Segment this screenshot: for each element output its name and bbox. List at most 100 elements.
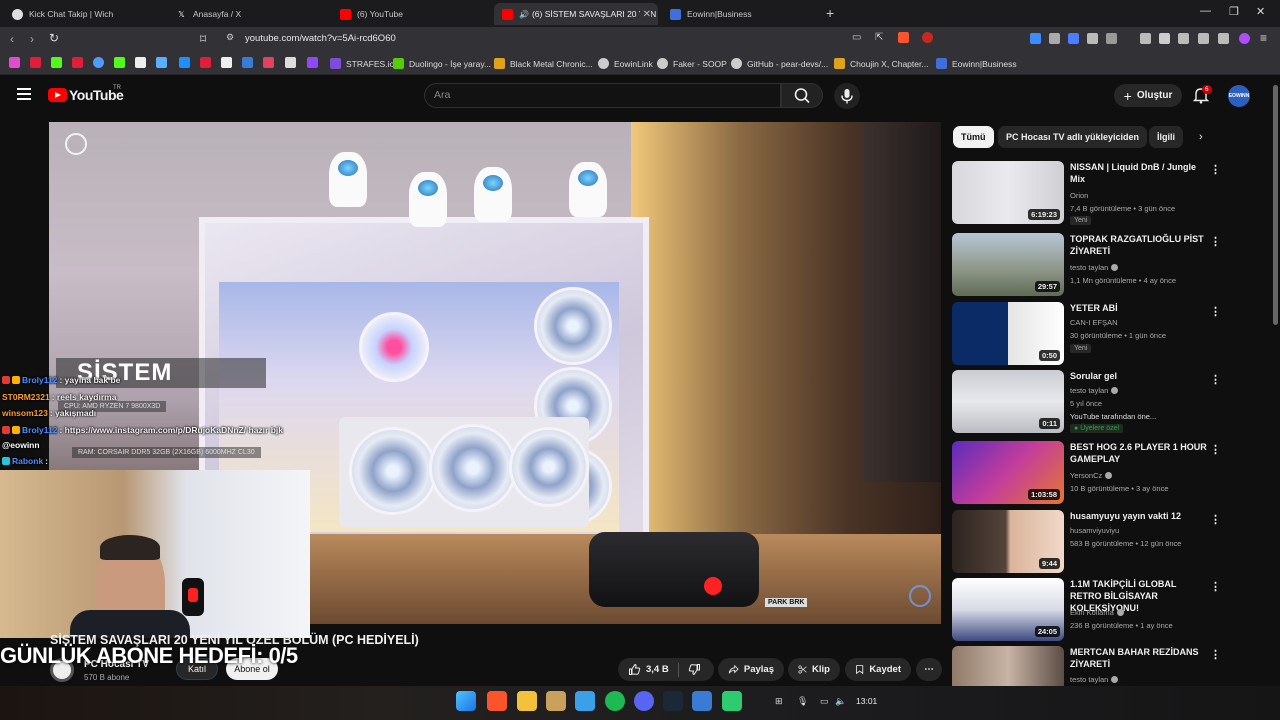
video-title[interactable]: MERTCAN BAHAR REZİDANS ZİYARETİ (1070, 646, 1210, 670)
video-title[interactable]: Sorular gel (1070, 370, 1210, 382)
video-title[interactable]: TOPRAK RAZGATLIOĞLU PİST ZİYARETİ (1070, 233, 1210, 257)
recommended-video[interactable]: 0:11 Sorular gel testo taylan 5 yıl önce… (952, 370, 1252, 433)
tab-youtube[interactable]: (6) YouTube (332, 3, 492, 25)
video-thumbnail[interactable]: 29:57 (952, 233, 1064, 296)
chip-related[interactable]: İlgili (1149, 126, 1183, 148)
bookmark-kick-icon[interactable] (51, 57, 62, 68)
extension-icon[interactable] (1049, 33, 1060, 44)
bookmark-icon[interactable] (285, 57, 296, 68)
bookmark-eowinlink[interactable]: EowinLink (598, 58, 653, 69)
recommended-video[interactable]: 6:19:23 NISSAN | Liquid DnB / Jungle Mix… (952, 161, 1252, 225)
photos-icon[interactable] (575, 691, 595, 711)
video-thumbnail[interactable] (952, 646, 1064, 686)
account-avatar[interactable]: EOWINN (1228, 85, 1250, 107)
bookmark-black-metal[interactable]: Black Metal Chronic... (494, 58, 593, 69)
search-button[interactable] (781, 83, 823, 108)
profile-icon[interactable] (1239, 33, 1250, 44)
vpn-icon[interactable] (1218, 33, 1229, 44)
video-thumbnail[interactable]: 24:05 (952, 578, 1064, 641)
more-vertical-icon[interactable]: ⋮ (1210, 513, 1221, 526)
spotify-icon[interactable] (605, 691, 625, 711)
video-title[interactable]: NISSAN | Liquid DnB / Jungle Mix (1070, 161, 1210, 185)
bookmark-strafes[interactable]: STRAFES.io (330, 58, 394, 69)
video-channel[interactable]: CAN-I EFŞAN (1070, 318, 1118, 327)
bookmark-x-icon[interactable] (221, 57, 232, 68)
recommended-video[interactable]: MERTCAN BAHAR REZİDANS ZİYARETİ testo ta… (952, 646, 1252, 686)
video-channel[interactable]: testo taylan (1070, 263, 1119, 272)
video-channel[interactable]: testo taylan (1070, 386, 1119, 395)
minimize-icon[interactable]: — (1200, 5, 1211, 17)
youtube-logo-icon[interactable] (48, 88, 67, 102)
bookmark-eowinn-business[interactable]: Eowinn|Business (936, 58, 1017, 69)
leo-icon[interactable] (1198, 33, 1209, 44)
recommended-video[interactable]: 9:44 husamyuyu yayın vakti 12 husamviyuv… (952, 510, 1252, 573)
back-icon[interactable]: ‹ (10, 32, 14, 46)
recommended-video[interactable]: 29:57 TOPRAK RAZGATLIOĞLU PİST ZİYARETİ … (952, 233, 1252, 296)
chevron-right-icon[interactable]: › (1199, 131, 1203, 143)
taskbar-clock[interactable]: 13:01 (856, 696, 877, 706)
app-icon[interactable] (692, 691, 712, 711)
more-vertical-icon[interactable]: ⋮ (1210, 648, 1221, 661)
video-thumbnail[interactable]: 9:44 (952, 510, 1064, 573)
bookmark-youtube-icon[interactable] (30, 57, 41, 68)
bookmark-instagram-icon[interactable] (263, 57, 274, 68)
page-scrollbar[interactable] (1273, 85, 1278, 325)
guide-menu-icon[interactable] (17, 88, 31, 100)
close-window-icon[interactable]: ✕ (1256, 5, 1265, 18)
extensions-puzzle-icon[interactable] (1087, 33, 1098, 44)
video-thumbnail[interactable]: 6:19:23 (952, 161, 1064, 224)
brave-shields-icon[interactable] (898, 32, 909, 43)
bookmark-icon[interactable] (156, 57, 167, 68)
microphone-tray-icon[interactable]: 🎙 (797, 696, 808, 707)
bookmark-icon[interactable] (242, 57, 253, 68)
share-page-icon[interactable]: ⇱ (875, 32, 883, 43)
bookmark-github[interactable]: GitHub - pear-devs/... (731, 58, 828, 69)
file-explorer-icon[interactable] (517, 691, 537, 711)
steam-icon[interactable] (663, 691, 683, 711)
brave-rewards-icon[interactable] (922, 32, 933, 43)
create-button[interactable]: + Oluştur (1114, 84, 1182, 107)
share-button[interactable]: Paylaş (718, 658, 784, 681)
audio-playing-icon[interactable]: 🔊 (519, 10, 529, 19)
more-vertical-icon[interactable]: ⋮ (1210, 305, 1221, 318)
clip-button[interactable]: Klip (788, 658, 840, 681)
video-channel[interactable]: Orion (1070, 191, 1088, 200)
reload-icon[interactable]: ↻ (49, 31, 59, 45)
video-channel[interactable]: Ekin Kollama (1070, 608, 1124, 617)
volume-icon[interactable]: 🔈 (835, 696, 846, 707)
bookmark-tiktok-icon[interactable] (135, 57, 146, 68)
app-icon[interactable] (722, 691, 742, 711)
bookmark-choujin[interactable]: Choujin X, Chapter... (834, 58, 928, 69)
chip-from-uploader[interactable]: PC Hocası TV adlı yükleyiciden (998, 126, 1148, 148)
bookmark-youtube-icon[interactable] (200, 57, 211, 68)
network-icon[interactable]: ▭ (820, 696, 829, 707)
more-vertical-icon[interactable]: ⋮ (1210, 443, 1221, 456)
bookmark-icon[interactable] (179, 57, 190, 68)
bookmark-icon[interactable] (93, 57, 104, 68)
thumbs-down-icon[interactable] (688, 663, 701, 676)
wallet-icon[interactable] (1178, 33, 1189, 44)
tab-eowinn-business[interactable]: Eowinn|Business (662, 3, 822, 25)
app-icon[interactable] (546, 691, 566, 711)
bookmark-duolingo[interactable]: Duolingo - İşe yaray... (393, 58, 491, 69)
new-tab-button[interactable]: + (826, 5, 834, 21)
bookmark-icon[interactable] (9, 57, 20, 68)
tray-icons[interactable]: ⊞ (775, 696, 783, 707)
search-input[interactable] (424, 83, 781, 108)
extension-icon[interactable] (1068, 33, 1079, 44)
video-thumbnail[interactable]: 1:03:58 (952, 441, 1064, 504)
video-thumbnail[interactable]: 0:11 (952, 370, 1064, 433)
more-vertical-icon[interactable]: ⋮ (1210, 235, 1221, 248)
more-vertical-icon[interactable]: ⋮ (1210, 373, 1221, 386)
start-menu-icon[interactable] (456, 691, 476, 711)
video-channel[interactable]: YersonCz (1070, 471, 1113, 480)
like-button[interactable]: 3,4 B (628, 663, 669, 676)
bookmark-youtube-icon[interactable] (72, 57, 83, 68)
tab-x-home[interactable]: 𝕏 Anasayfa / X (168, 3, 328, 25)
video-title[interactable]: husamyuyu yayın vakti 12 (1070, 510, 1210, 522)
recommended-video[interactable]: 1:03:58 BEST HOG 2.6 PLAYER 1 HOUR GAMEP… (952, 441, 1252, 504)
video-thumbnail[interactable]: 0:50 (952, 302, 1064, 365)
voice-search-button[interactable] (834, 83, 860, 109)
forward-icon[interactable]: › (30, 32, 34, 46)
extension-icon[interactable] (1030, 33, 1041, 44)
